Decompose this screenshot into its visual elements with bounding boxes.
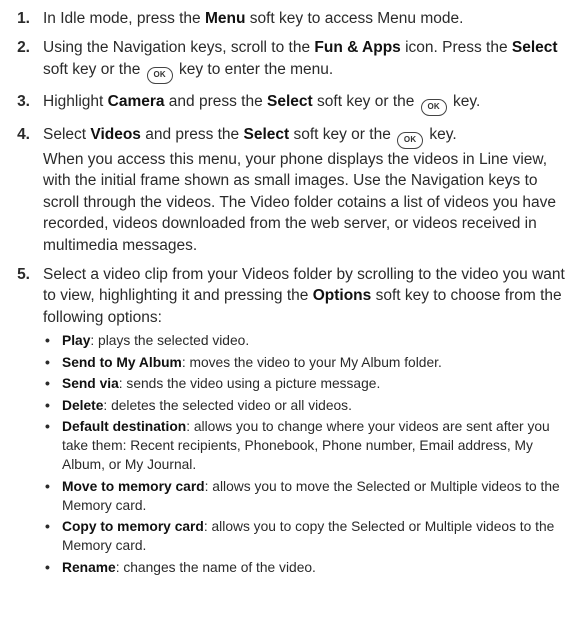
step-number: 1. (17, 10, 30, 27)
bullet: • (45, 558, 50, 575)
option-term: Default destination (62, 419, 187, 434)
option-term: Copy to memory card (62, 519, 204, 534)
bullet: • (45, 375, 50, 391)
step-text: soft key or the (312, 93, 419, 110)
option-term: Send via (62, 376, 119, 391)
option-send-via: • Send via: sends the video using a pictu… (43, 374, 576, 393)
step-text: key to enter the menu. (174, 60, 334, 78)
fun-apps-menu-name: Fun & Apps (314, 39, 401, 56)
step-2: 2. Using the Navigation keys, scroll to t… (8, 37, 576, 84)
step-number: 4. (17, 125, 30, 143)
step-text: Select (43, 125, 91, 143)
options-key-name: Options (312, 287, 372, 304)
instruction-steps: 1. In Idle mode, press the Menu soft key … (8, 8, 576, 577)
step-number: 2. (17, 39, 30, 56)
ok-key-icon: OK (397, 131, 424, 149)
ok-key-icon: OK (420, 99, 447, 116)
bullet: • (45, 353, 50, 370)
bullet: • (45, 396, 50, 413)
step-text: icon. Press the (400, 39, 512, 56)
select-key-name: Select (511, 39, 558, 56)
step-5: 5. Select a video clip from your Videos f… (8, 264, 576, 577)
option-delete: • Delete: deletes the selected video or a… (43, 396, 576, 415)
option-term: Play (62, 333, 91, 348)
menu-key-name: Menu (204, 10, 246, 27)
bullet: • (45, 418, 50, 434)
select-key-name: Select (243, 125, 290, 143)
bullet: • (45, 332, 50, 348)
option-rename: • Rename: changes the name of the video. (43, 558, 576, 577)
step-text: Highlight (43, 93, 108, 110)
step-text: soft key to access Menu mode. (245, 10, 464, 27)
bullet: • (45, 518, 50, 534)
ok-key-icon: OK (146, 66, 173, 84)
bullet: • (45, 477, 50, 494)
option-default-destination: • Default destination: allows you to chan… (43, 417, 576, 474)
option-term: Move to memory card (62, 478, 205, 494)
step-text: and press the (140, 125, 244, 143)
step-1: 1. In Idle mode, press the Menu soft key … (8, 8, 576, 30)
step-text: In Idle mode, press the (43, 10, 205, 27)
step-4: 4. Select Videos and press the Select sof… (8, 124, 576, 257)
option-term: Rename (62, 559, 116, 575)
camera-menu-name: Camera (107, 93, 165, 110)
option-move-to-memory-card: • Move to memory card: allows you to move… (43, 477, 576, 515)
step-text: soft key or the (289, 125, 396, 143)
option-play: • Play: plays the selected video. (43, 331, 576, 350)
option-desc: : plays the selected video. (90, 333, 250, 348)
step-number: 3. (17, 93, 30, 110)
step-text: Using the Navigation keys, scroll to the (43, 39, 315, 56)
option-term: Send to My Album (62, 354, 182, 370)
videos-description: When you access this menu, your phone di… (43, 150, 556, 254)
option-send-to-my-album: • Send to My Album: moves the video to yo… (43, 353, 576, 372)
option-desc: : sends the video using a picture messag… (118, 376, 381, 391)
select-key-name: Select (267, 93, 313, 110)
option-desc: : moves the video to your My Album folde… (181, 354, 442, 370)
step-text: key. (448, 93, 481, 110)
video-options-list: • Play: plays the selected video. • Send t… (43, 331, 576, 577)
manual-page: 1. In Idle mode, press the Menu soft key … (0, 0, 586, 638)
step-text: soft key or the (43, 60, 145, 78)
step-text: key. (425, 125, 457, 143)
option-copy-to-memory-card: • Copy to memory card: allows you to copy… (43, 517, 576, 555)
option-desc: : deletes the selected video or all vide… (103, 397, 352, 413)
step-number: 5. (17, 265, 30, 283)
step-3: 3. Highlight Camera and press the Select … (8, 91, 576, 116)
option-term: Delete (62, 397, 104, 413)
videos-menu-name: Videos (90, 125, 141, 143)
option-desc: : changes the name of the video. (115, 559, 316, 575)
step-text: and press the (164, 93, 268, 110)
